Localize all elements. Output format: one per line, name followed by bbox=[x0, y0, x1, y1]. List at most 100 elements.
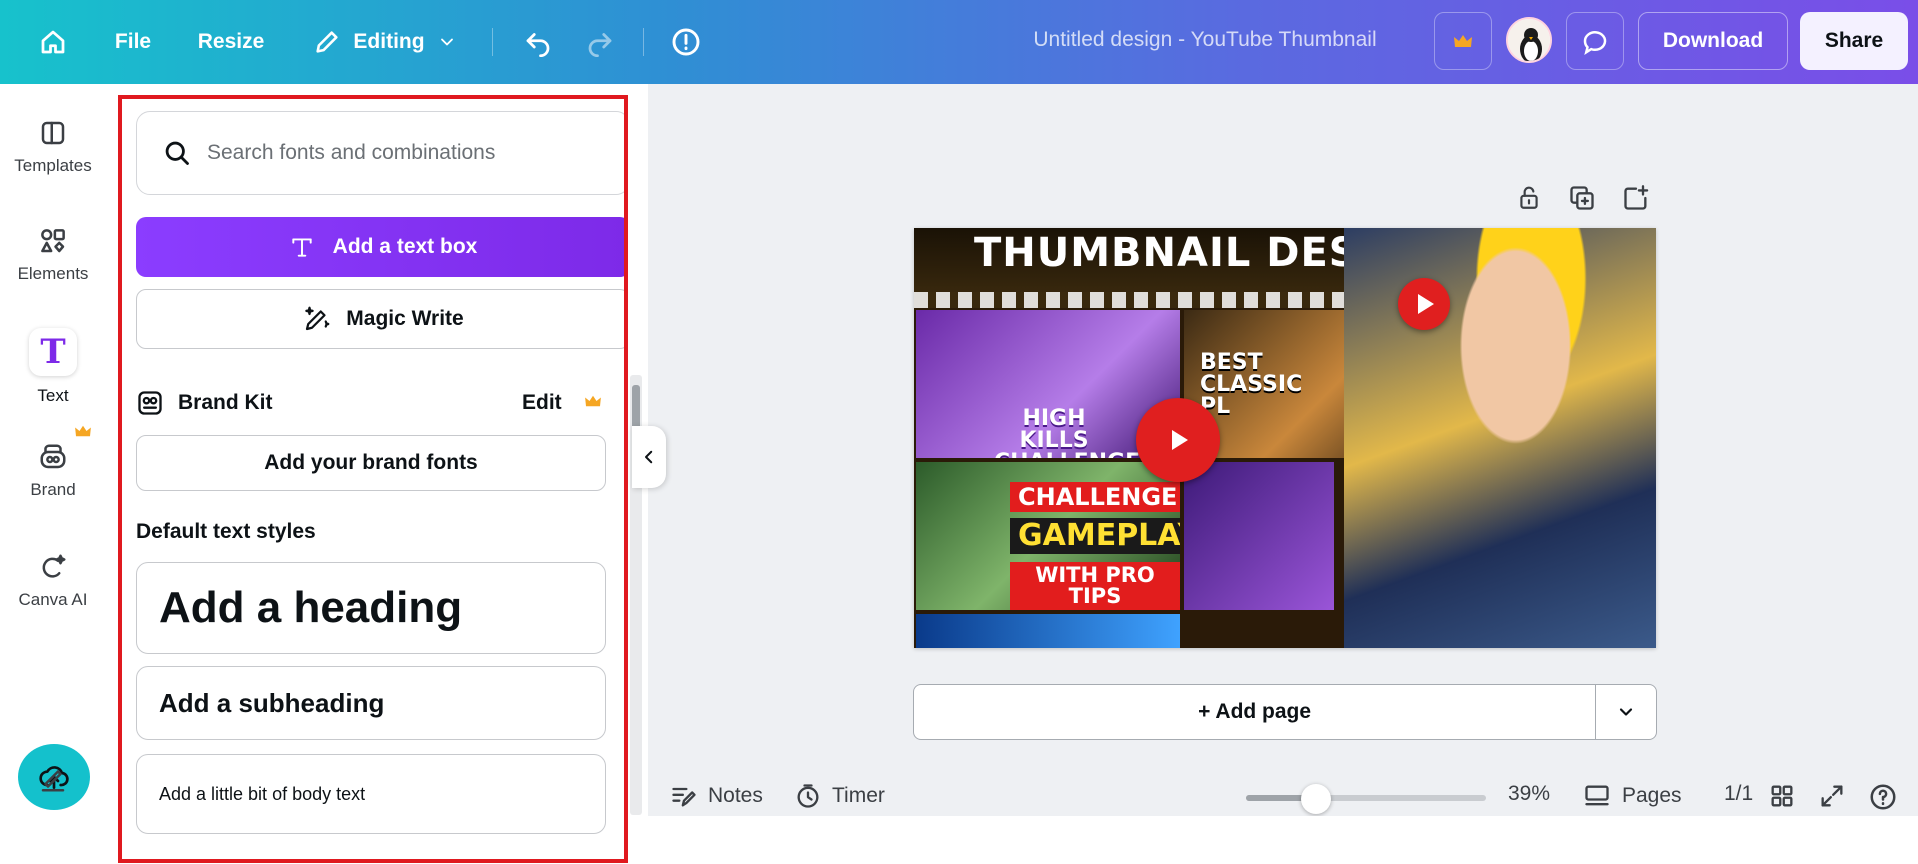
brand-kit-icon bbox=[138, 391, 162, 415]
comments-button[interactable] bbox=[1566, 12, 1624, 70]
duplicate-page-icon[interactable] bbox=[1568, 184, 1596, 212]
design-canvas[interactable]: THUMBNAIL DESIGN HIGH KILLS CHALLENGE BE… bbox=[914, 228, 1656, 648]
left-rail: Templates Elements T Text Brand Canva AI bbox=[0, 84, 106, 864]
editing-mode-button[interactable]: Editing bbox=[300, 18, 470, 66]
rail-item-text[interactable]: T Text bbox=[0, 328, 106, 406]
tile-caption: WITH PRO TIPS bbox=[1010, 562, 1180, 610]
text-panel: Add a text box Magic Write Brand Kit Edi… bbox=[118, 95, 628, 863]
avatar-image-icon bbox=[1508, 19, 1550, 61]
user-avatar[interactable] bbox=[1506, 17, 1552, 63]
pages-label: Pages bbox=[1622, 784, 1682, 807]
toolbar-divider bbox=[643, 28, 644, 56]
upgrade-button[interactable] bbox=[1434, 12, 1492, 70]
help-circle-icon bbox=[1870, 784, 1896, 810]
thumbnail-tile bbox=[1184, 462, 1334, 610]
youtube-logo-icon bbox=[1136, 398, 1220, 482]
home-button[interactable] bbox=[30, 18, 76, 66]
expand-icon bbox=[1821, 785, 1843, 807]
add-brand-fonts-button[interactable]: Add your brand fonts bbox=[136, 435, 606, 491]
notes-button[interactable]: Notes bbox=[670, 782, 763, 810]
tile-caption: GAMEPLAY bbox=[1010, 518, 1180, 554]
zoom-value[interactable]: 39% bbox=[1508, 782, 1550, 806]
default-text-styles-title: Default text styles bbox=[136, 520, 316, 543]
speech-bubble-icon bbox=[1583, 31, 1607, 55]
timer-button[interactable]: Timer bbox=[794, 782, 885, 810]
help-button[interactable] bbox=[1868, 782, 1898, 812]
redo-button[interactable] bbox=[578, 18, 622, 66]
magic-wand-icon bbox=[305, 306, 330, 331]
editing-label: Editing bbox=[353, 30, 425, 53]
add-page-options-button[interactable] bbox=[1596, 685, 1656, 739]
search-icon bbox=[165, 141, 189, 165]
add-page-button[interactable]: + Add page bbox=[914, 685, 1597, 739]
magic-write-label: Magic Write bbox=[346, 307, 464, 330]
notes-label: Notes bbox=[708, 784, 763, 807]
alert-circle-icon bbox=[672, 28, 700, 56]
tile-caption: BEST CLASSIC PL bbox=[1200, 350, 1303, 419]
rail-item-brand[interactable]: Brand bbox=[0, 442, 106, 500]
file-menu-button[interactable]: File bbox=[100, 18, 166, 66]
toolbar-divider bbox=[492, 28, 493, 56]
add-page-icon[interactable] bbox=[1622, 184, 1650, 212]
timer-label: Timer bbox=[832, 784, 885, 807]
zoom-slider-thumb[interactable] bbox=[1301, 784, 1331, 814]
chevron-down-icon bbox=[1619, 708, 1633, 716]
rail-item-templates[interactable]: Templates bbox=[0, 118, 106, 176]
pages-button[interactable]: Pages bbox=[1582, 782, 1682, 810]
add-text-box-label: Add a text box bbox=[332, 235, 478, 258]
brand-kit-edit-link[interactable]: Edit bbox=[522, 391, 562, 415]
collapse-panel-button[interactable] bbox=[632, 426, 666, 488]
add-heading-button[interactable]: Add a heading bbox=[136, 562, 606, 654]
draw-pen-icon bbox=[41, 770, 65, 792]
download-button[interactable]: Download bbox=[1638, 12, 1788, 70]
redo-icon bbox=[588, 33, 612, 57]
rail-item-elements[interactable]: Elements bbox=[0, 226, 106, 284]
templates-icon bbox=[41, 121, 65, 145]
text-t-icon bbox=[292, 238, 312, 257]
elements-icon bbox=[41, 229, 65, 253]
document-title[interactable]: Untitled design - YouTube Thumbnail bbox=[960, 28, 1450, 52]
resize-button[interactable]: Resize bbox=[186, 18, 276, 66]
crown-icon bbox=[585, 395, 601, 407]
brand-kit-label: Brand Kit bbox=[178, 391, 273, 414]
undo-icon bbox=[526, 33, 550, 57]
page-tools bbox=[1516, 184, 1650, 212]
unlock-icon[interactable] bbox=[1516, 184, 1542, 212]
undo-button[interactable] bbox=[516, 18, 560, 66]
info-button[interactable] bbox=[664, 18, 708, 66]
add-subheading-button[interactable]: Add a subheading bbox=[136, 666, 606, 740]
crown-icon bbox=[75, 425, 91, 437]
rail-label: Brand bbox=[30, 480, 76, 499]
rail-item-canva-ai[interactable]: Canva AI bbox=[0, 552, 106, 610]
bottom-spacer bbox=[648, 816, 1918, 864]
grid-view-icon bbox=[1771, 785, 1793, 807]
thumbnail-tile: CHALLENGE GAMEPLAY WITH PRO TIPS bbox=[916, 462, 1180, 610]
top-toolbar: File Resize Editing Untitled design - Yo… bbox=[0, 0, 1918, 84]
chevron-left-icon bbox=[645, 450, 653, 464]
fullscreen-button[interactable] bbox=[1818, 782, 1846, 810]
tile-caption: HIGH KILLS CHALLENGE bbox=[994, 406, 1140, 459]
youtube-logo-icon bbox=[1398, 278, 1450, 330]
rail-label: Templates bbox=[14, 156, 92, 175]
pages-icon bbox=[1585, 785, 1609, 806]
grid-view-button[interactable] bbox=[1768, 782, 1796, 810]
add-text-box-button[interactable]: Add a text box bbox=[136, 217, 624, 277]
font-search-box[interactable] bbox=[136, 111, 624, 195]
pencil-icon bbox=[316, 31, 339, 53]
crown-icon bbox=[1454, 35, 1472, 47]
page-count: 1/1 bbox=[1724, 782, 1754, 805]
text-icon: T bbox=[29, 328, 77, 376]
brand-kit-row: Brand Kit Edit bbox=[136, 386, 606, 420]
notes-icon bbox=[672, 787, 696, 807]
font-search-input[interactable] bbox=[207, 141, 597, 165]
share-button[interactable]: Share bbox=[1800, 12, 1908, 70]
rail-label: Elements bbox=[17, 264, 89, 283]
add-body-text-button[interactable]: Add a little bit of body text bbox=[136, 754, 606, 834]
canva-ai-icon bbox=[42, 554, 66, 578]
thumbnail-tile bbox=[916, 614, 1180, 648]
zoom-slider-track[interactable] bbox=[1246, 795, 1486, 801]
magic-write-button[interactable]: Magic Write bbox=[136, 289, 624, 349]
rail-item-draw[interactable] bbox=[0, 764, 106, 794]
brand-icon bbox=[40, 444, 66, 469]
add-page-bar: + Add page bbox=[913, 684, 1657, 740]
